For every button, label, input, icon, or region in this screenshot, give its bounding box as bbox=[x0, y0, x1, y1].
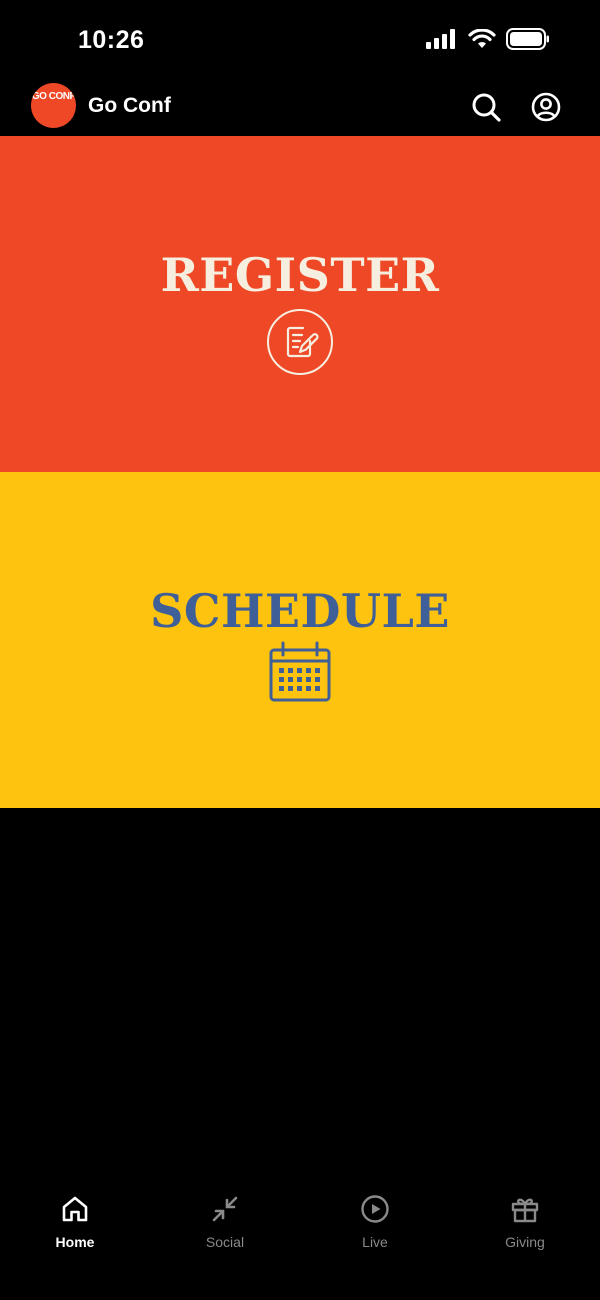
social-icon bbox=[212, 1196, 238, 1222]
register-tile[interactable]: REGISTER bbox=[0, 136, 600, 472]
schedule-tile[interactable]: SCHEDULE bbox=[0, 472, 600, 808]
tab-home-label: Home bbox=[55, 1234, 95, 1250]
cellular-signal-icon bbox=[426, 29, 455, 49]
battery-icon bbox=[506, 28, 549, 50]
tab-giving[interactable]: Giving bbox=[450, 1180, 600, 1270]
play-icon bbox=[361, 1195, 389, 1223]
home-icon bbox=[62, 1196, 88, 1222]
status-icons bbox=[426, 28, 550, 50]
tab-giving-label: Giving bbox=[505, 1234, 545, 1250]
tab-social[interactable]: Social bbox=[150, 1180, 300, 1270]
calendar-icon bbox=[269, 641, 331, 702]
tab-live-label: Live bbox=[362, 1234, 388, 1250]
account-icon[interactable] bbox=[530, 91, 562, 123]
status-time: 10:26 bbox=[78, 26, 145, 54]
status-bar: 10:26 bbox=[0, 0, 600, 80]
edit-note-icon bbox=[267, 309, 333, 375]
tab-live[interactable]: Live bbox=[300, 1180, 450, 1270]
tab-social-label: Social bbox=[205, 1234, 245, 1250]
wifi-icon bbox=[468, 29, 496, 48]
tab-home[interactable]: Home bbox=[0, 1180, 150, 1270]
search-icon[interactable] bbox=[470, 91, 502, 123]
app-title: Go Conf bbox=[88, 94, 171, 117]
app-logo[interactable]: GO CONF bbox=[31, 83, 76, 128]
logo-text: GO CONF bbox=[31, 91, 76, 102]
tab-bar: Home Social Live Giving bbox=[0, 1180, 600, 1300]
schedule-label: SCHEDULE bbox=[150, 584, 450, 638]
app-header: GO CONF Go Conf bbox=[0, 80, 600, 136]
gift-icon bbox=[511, 1198, 539, 1223]
register-label: REGISTER bbox=[160, 248, 440, 302]
